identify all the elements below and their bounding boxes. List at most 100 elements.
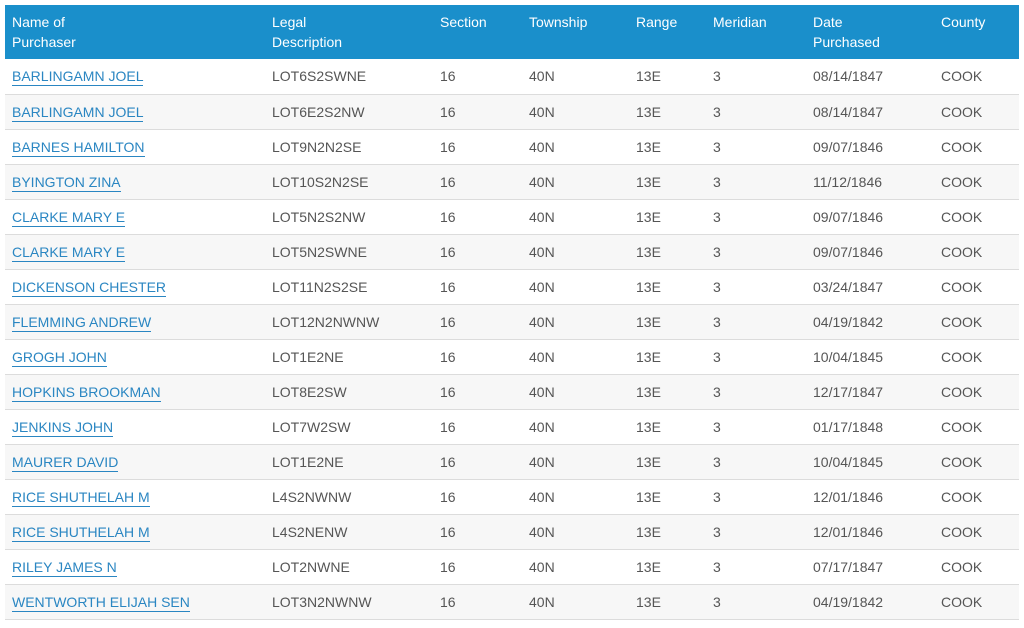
cell-meridian: 3: [713, 488, 721, 505]
cell-legal: LOT7W2SW: [272, 418, 351, 435]
cell-date: 12/01/1846: [813, 523, 884, 540]
cell-meridian: 3: [713, 523, 721, 540]
table-row: JENKINS JOHN LOT7W2SW 16 40N 13E 3 01/17…: [5, 409, 1019, 444]
purchaser-link[interactable]: RILEY JAMES N: [12, 558, 117, 577]
cell-county: COOK: [941, 558, 983, 575]
purchaser-link[interactable]: DICKENSON CHESTER: [12, 278, 167, 297]
cell-legal: LOT6S2SWNE: [272, 68, 367, 85]
cell-meridian: 3: [713, 453, 721, 470]
table-row: FLEMMING ANDREW LOT12N2NWNW 16 40N 13E 3…: [5, 304, 1019, 339]
cell-legal: LOT11N2S2SE: [272, 278, 368, 295]
cell-name: GROGH JOHN: [5, 339, 265, 374]
purchaser-link[interactable]: HOPKINS BROOKMAN: [12, 383, 161, 402]
cell-section: 16: [440, 453, 456, 470]
cell-county: COOK: [941, 313, 983, 330]
cell-range: 13E: [636, 103, 661, 120]
header-row: Name of Purchaser Legal Description Sect…: [5, 5, 1019, 59]
table-row: DICKENSON CHESTER LOT11N2S2SE 16 40N 13E…: [5, 269, 1019, 304]
cell-township: 40N: [529, 593, 555, 610]
cell-range: 13E: [636, 593, 661, 610]
cell-county: COOK: [941, 278, 983, 295]
cell-county: COOK: [941, 348, 983, 365]
cell-name: BARLINGAMN JOEL: [5, 59, 265, 94]
cell-meridian: 3: [713, 313, 721, 330]
cell-name: WENTWORTH ELIJAH SEN: [5, 584, 265, 619]
cell-section: 16: [440, 313, 456, 330]
cell-township: 40N: [529, 383, 555, 400]
cell-name: MAURER DAVID: [5, 444, 265, 479]
cell-date: 09/07/1846: [813, 208, 884, 225]
cell-meridian: 3: [713, 418, 721, 435]
cell-section: 16: [440, 103, 456, 120]
table-row: MAURER DAVID LOT1E2NE 16 40N 13E 3 10/04…: [5, 444, 1019, 479]
land-purchase-table: Name of Purchaser Legal Description Sect…: [5, 5, 1019, 620]
cell-name: RICE SHUTHELAH M: [5, 514, 265, 549]
cell-section: 16: [440, 173, 456, 190]
cell-date: 12/17/1847: [813, 383, 884, 400]
cell-county: COOK: [941, 453, 983, 470]
purchaser-link[interactable]: BYINGTON ZINA: [12, 173, 121, 192]
purchaser-link[interactable]: MAURER DAVID: [12, 453, 119, 472]
table-row: BYINGTON ZINA LOT10S2N2SE 16 40N 13E 3 1…: [5, 164, 1019, 199]
cell-county: COOK: [941, 208, 983, 225]
cell-township: 40N: [529, 488, 555, 505]
cell-legal: LOT8E2SW: [272, 383, 347, 400]
table-row: HOPKINS BROOKMAN LOT8E2SW 16 40N 13E 3 1…: [5, 374, 1019, 409]
cell-date: 08/14/1847: [813, 68, 884, 85]
cell-township: 40N: [529, 173, 555, 190]
cell-range: 13E: [636, 138, 661, 155]
cell-range: 13E: [636, 68, 661, 85]
table-row: BARLINGAMN JOEL LOT6E2S2NW 16 40N 13E 3 …: [5, 94, 1019, 129]
cell-section: 16: [440, 68, 456, 85]
cell-legal: LOT9N2N2SE: [272, 138, 362, 155]
cell-name: RICE SHUTHELAH M: [5, 479, 265, 514]
cell-meridian: 3: [713, 173, 721, 190]
cell-range: 13E: [636, 243, 661, 260]
cell-name: BYINGTON ZINA: [5, 164, 265, 199]
cell-range: 13E: [636, 488, 661, 505]
cell-county: COOK: [941, 68, 983, 85]
cell-date: 07/17/1847: [813, 558, 884, 575]
cell-range: 13E: [636, 278, 661, 295]
purchaser-link[interactable]: WENTWORTH ELIJAH SEN: [12, 593, 190, 612]
purchaser-link[interactable]: CLARKE MARY E: [12, 208, 126, 227]
cell-meridian: 3: [713, 558, 721, 575]
purchaser-link[interactable]: CLARKE MARY E: [12, 243, 126, 262]
table-row: WENTWORTH ELIJAH SEN LOT3N2NWNW 16 40N 1…: [5, 584, 1019, 619]
purchaser-link[interactable]: GROGH JOHN: [12, 348, 107, 367]
cell-section: 16: [440, 593, 456, 610]
cell-name: FLEMMING ANDREW: [5, 304, 265, 339]
purchaser-link[interactable]: BARLINGAMN JOEL: [12, 103, 144, 122]
cell-legal: LOT1E2NE: [272, 453, 344, 470]
header-name-of-purchaser: Name of Purchaser: [12, 14, 76, 50]
cell-township: 40N: [529, 313, 555, 330]
cell-date: 03/24/1847: [813, 278, 884, 295]
cell-range: 13E: [636, 313, 661, 330]
table-header: Name of Purchaser Legal Description Sect…: [5, 5, 1019, 59]
header-county: County: [941, 14, 986, 30]
cell-range: 13E: [636, 453, 661, 470]
purchaser-link[interactable]: JENKINS JOHN: [12, 418, 114, 437]
cell-township: 40N: [529, 68, 555, 85]
cell-section: 16: [440, 348, 456, 365]
cell-name: HOPKINS BROOKMAN: [5, 374, 265, 409]
cell-section: 16: [440, 523, 456, 540]
table-row: BARNES HAMILTON LOT9N2N2SE 16 40N 13E 3 …: [5, 129, 1019, 164]
cell-name: DICKENSON CHESTER: [5, 269, 265, 304]
purchaser-link[interactable]: BARNES HAMILTON: [12, 138, 145, 157]
header-date-purchased: Date Purchased: [813, 14, 880, 50]
purchaser-link[interactable]: RICE SHUTHELAH M: [12, 488, 150, 507]
header-legal-description: Legal Description: [272, 14, 343, 50]
cell-legal: LOT5N2S2NW: [272, 208, 366, 225]
cell-meridian: 3: [713, 208, 721, 225]
cell-range: 13E: [636, 348, 661, 365]
purchaser-link[interactable]: BARLINGAMN JOEL: [12, 68, 144, 87]
cell-date: 08/14/1847: [813, 103, 884, 120]
header-township: Township: [529, 14, 588, 30]
purchaser-link[interactable]: FLEMMING ANDREW: [12, 313, 152, 332]
cell-legal: LOT5N2SWNE: [272, 243, 367, 260]
cell-range: 13E: [636, 558, 661, 575]
cell-name: JENKINS JOHN: [5, 409, 265, 444]
header-meridian: Meridian: [713, 14, 767, 30]
purchaser-link[interactable]: RICE SHUTHELAH M: [12, 523, 150, 542]
